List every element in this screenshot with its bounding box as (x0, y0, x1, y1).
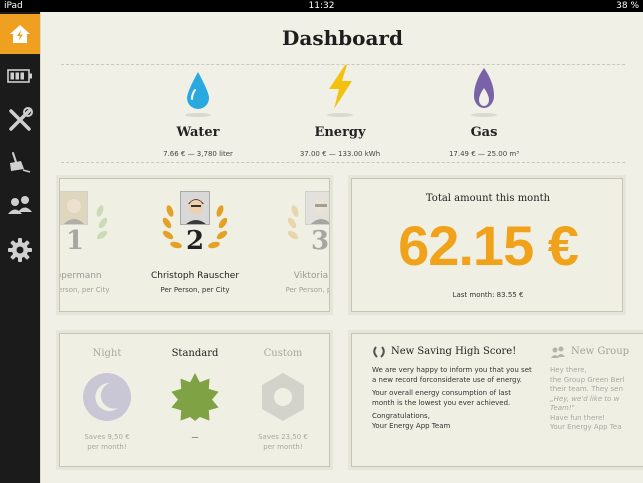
rank-number: 1 (65, 226, 85, 256)
mode-label: Custom (263, 348, 303, 359)
person-name: Christoph Rauscher (150, 271, 240, 281)
news-title: New Saving High Score! (391, 346, 517, 358)
sidebar (0, 12, 40, 483)
news-new-group[interactable]: New Group Hey there, the Group Green Ber… (550, 346, 643, 433)
utility-name: Water (176, 125, 220, 140)
status-bar: iPad 11:32 38 % (0, 0, 643, 12)
hexagon-nut-icon (262, 373, 304, 421)
icon-shadow (185, 113, 211, 117)
nav-home[interactable] (0, 14, 40, 54)
utility-value: 37.00 € — 133.00 kWh (299, 150, 381, 158)
icon-shadow (471, 113, 497, 117)
mode-saving: — (191, 433, 199, 441)
status-battery: 38 % (616, 1, 639, 11)
mode-label: Standard (171, 348, 219, 359)
divider (61, 162, 625, 163)
gear-icon (8, 238, 32, 262)
news-high-score[interactable]: New Saving High Score! We are very happy… (372, 346, 532, 431)
utility-gas[interactable]: Gas 17.49 € — 25.00 m³ (419, 56, 549, 158)
people-icon (8, 196, 32, 214)
status-time: 11:32 (308, 1, 335, 11)
person-desc: Per Person, per City (160, 286, 230, 294)
lightning-icon (329, 65, 352, 109)
utility-name: Gas (470, 125, 498, 140)
nav-battery[interactable] (0, 56, 40, 96)
flame-icon (474, 68, 494, 108)
main-content: Dashboard Water 7.66 € — 3,780 liter Ene… (40, 12, 643, 483)
news-paragraph: Your overall energy consumption of last … (372, 389, 511, 407)
rank-number: 3 (310, 226, 330, 256)
total-last-month: Last month: 83.55 € (452, 291, 524, 299)
news-signature: Your Energy App Team (372, 421, 451, 430)
ranking-card[interactable]: 1 Oppermann Per Person, per City (59, 178, 330, 312)
laurel-small-icon (373, 346, 385, 358)
icon-shadow (327, 113, 353, 117)
battery-icon (7, 69, 32, 83)
news-paragraph: We are very happy to inform you that you… (372, 366, 532, 384)
nav-people[interactable] (0, 186, 40, 226)
mode-label: Night (92, 348, 122, 359)
mode-saving: Saves 9,50 € per month! (84, 433, 130, 451)
person-desc: Per Person, per City (285, 286, 329, 294)
utility-energy[interactable]: Energy 37.00 € — 133.00 kWh (275, 56, 405, 158)
water-drop-icon (187, 72, 209, 109)
mode-saving: Saves 23,50 € per month! (258, 433, 308, 451)
broom-icon (10, 152, 31, 173)
nav-tools[interactable] (0, 100, 40, 140)
person-name: Oppermann (60, 271, 102, 281)
page-title: Dashboard (282, 26, 403, 50)
total-amount: 62.15 € (398, 214, 579, 277)
group-title: New Group (571, 346, 630, 358)
rank-number: 2 (185, 226, 205, 256)
starburst-icon (171, 373, 219, 421)
people-icon (551, 346, 565, 358)
utility-value: 17.49 € — 25.00 m³ (448, 150, 520, 158)
nav-cleaning[interactable] (0, 142, 40, 182)
person-name: Viktoria Mic (293, 271, 329, 281)
person-desc: Per Person, per City (60, 286, 110, 294)
utility-name: Energy (314, 125, 366, 140)
news-signoff: Congratulations, (372, 412, 430, 420)
utility-value: 7.66 € — 3,780 liter (163, 150, 233, 158)
total-card[interactable]: Total amount this month 62.15 € Last mon… (351, 178, 623, 312)
total-title: Total amount this month (425, 193, 551, 204)
utility-water[interactable]: Water 7.66 € — 3,780 liter (133, 56, 263, 158)
home-bolt-icon (10, 25, 30, 43)
moon-icon (83, 373, 131, 421)
news-card[interactable]: New Saving High Score! We are very happy… (351, 333, 643, 467)
tools-icon (9, 107, 33, 131)
modes-card: Night Saves 9,50 € per month! Standard —… (59, 333, 330, 467)
nav-settings[interactable] (0, 230, 40, 270)
